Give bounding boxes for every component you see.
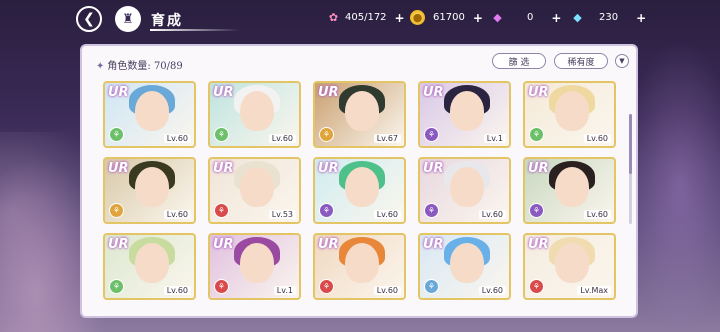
panel-header: ✦ 角色数量: 70/89 篩 选 稀有度 ▼ bbox=[82, 46, 636, 78]
level-label: Lv.53 bbox=[268, 210, 296, 219]
rarity-badge: UR bbox=[423, 161, 444, 176]
element-icon: ⚘ bbox=[319, 279, 334, 294]
level-label: Lv.60 bbox=[268, 134, 296, 143]
resource-candy: ✿ 405/172 + bbox=[326, 10, 405, 25]
blue-gem-value: 230 bbox=[599, 12, 619, 23]
rarity-badge: UR bbox=[528, 85, 549, 100]
rarity-badge: UR bbox=[108, 237, 129, 252]
rarity-badge: UR bbox=[213, 237, 234, 252]
character-card[interactable]: UR ⚘ Lv.1 bbox=[418, 81, 511, 148]
candy-value: 405/172 bbox=[345, 12, 387, 23]
rarity-badge: UR bbox=[528, 161, 549, 176]
pink-gem-value: 0 bbox=[527, 12, 534, 23]
element-icon: ⚘ bbox=[424, 127, 439, 142]
level-label: Lv.60 bbox=[583, 134, 611, 143]
coin-value: 61700 bbox=[433, 12, 465, 23]
character-card[interactable]: UR ⚘ Lv.60 bbox=[313, 233, 406, 300]
pink-gem-icon: ◆ bbox=[493, 11, 502, 24]
page-title: 育成 bbox=[151, 13, 183, 29]
coin-icon: ● bbox=[410, 10, 425, 25]
level-label: Lv.60 bbox=[373, 210, 401, 219]
character-card[interactable]: UR ⚘ Lv.60 bbox=[523, 157, 616, 224]
element-icon: ⚘ bbox=[529, 203, 544, 218]
level-label: Lv.60 bbox=[163, 134, 191, 143]
rarity-badge: UR bbox=[213, 161, 234, 176]
rarity-badge: UR bbox=[318, 237, 339, 252]
character-card[interactable]: UR ⚘ Lv.1 bbox=[208, 233, 301, 300]
rarity-badge: UR bbox=[423, 237, 444, 252]
level-label: Lv.60 bbox=[583, 210, 611, 219]
element-icon: ⚘ bbox=[529, 127, 544, 142]
rarity-badge: UR bbox=[108, 161, 129, 176]
scrollbar-thumb[interactable] bbox=[629, 114, 632, 174]
level-label: Lv.60 bbox=[478, 210, 506, 219]
level-label: Lv.1 bbox=[483, 134, 506, 143]
resource-blue-gem: ◆ 230 + bbox=[570, 10, 646, 25]
resource-coin: ● 61700 + bbox=[410, 10, 483, 25]
level-label: Lv.60 bbox=[163, 210, 191, 219]
element-icon: ⚘ bbox=[529, 279, 544, 294]
character-card[interactable]: UR ⚘ Lv.Max bbox=[523, 233, 616, 300]
character-card[interactable]: UR ⚘ Lv.67 bbox=[313, 81, 406, 148]
character-count: ✦ 角色数量: 70/89 bbox=[96, 61, 183, 72]
character-card[interactable]: UR ⚘ Lv.60 bbox=[418, 157, 511, 224]
element-icon: ⚘ bbox=[109, 203, 124, 218]
element-icon: ⚘ bbox=[319, 203, 334, 218]
element-icon: ⚘ bbox=[109, 127, 124, 142]
character-card[interactable]: UR ⚘ Lv.60 bbox=[208, 81, 301, 148]
home-button[interactable]: ♜ bbox=[115, 6, 141, 32]
element-icon: ⚘ bbox=[424, 279, 439, 294]
rarity-badge: UR bbox=[318, 161, 339, 176]
rarity-badge: UR bbox=[213, 85, 234, 100]
character-grid: UR ⚘ Lv.60 UR ⚘ Lv.60 UR ⚘ Lv.67 UR ⚘ Lv.1 UR ⚘ Lv.60 U… bbox=[103, 81, 623, 300]
character-card[interactable]: UR ⚘ Lv.60 bbox=[103, 233, 196, 300]
character-card[interactable]: UR ⚘ Lv.60 bbox=[418, 233, 511, 300]
level-label: Lv.1 bbox=[273, 286, 296, 295]
element-icon: ⚘ bbox=[214, 127, 229, 142]
blue-gem-icon: ◆ bbox=[573, 11, 582, 24]
sort-order-button[interactable]: ▼ bbox=[615, 54, 629, 68]
top-bar: ❮ ♜ 育成 ✿ 405/172 + ● 61700 + ◆ 0 + ◆ 230… bbox=[0, 0, 720, 38]
rarity-badge: UR bbox=[528, 237, 549, 252]
rarity-badge: UR bbox=[423, 85, 444, 100]
chevron-down-icon: ▼ bbox=[619, 57, 625, 65]
character-card[interactable]: UR ⚘ Lv.53 bbox=[208, 157, 301, 224]
level-label: Lv.60 bbox=[373, 286, 401, 295]
add-candy-button[interactable]: + bbox=[395, 11, 405, 25]
rarity-badge: UR bbox=[108, 85, 129, 100]
title-underline bbox=[150, 29, 240, 31]
level-label: Lv.60 bbox=[478, 286, 506, 295]
element-icon: ⚘ bbox=[319, 127, 334, 142]
back-arrow-icon: ❮ bbox=[83, 11, 95, 27]
character-card[interactable]: UR ⚘ Lv.60 bbox=[313, 157, 406, 224]
element-icon: ⚘ bbox=[109, 279, 124, 294]
rarity-badge: UR bbox=[318, 85, 339, 100]
character-panel: ✦ 角色数量: 70/89 篩 选 稀有度 ▼ UR ⚘ Lv.60 UR ⚘ Lv.60 U… bbox=[80, 44, 638, 318]
level-label: Lv.Max bbox=[577, 286, 611, 295]
filter-button[interactable]: 篩 选 bbox=[492, 53, 546, 69]
element-icon: ⚘ bbox=[214, 203, 229, 218]
rarity-sort-button[interactable]: 稀有度 bbox=[554, 53, 608, 69]
back-button[interactable]: ❮ bbox=[76, 6, 102, 32]
add-blue-gem-button[interactable]: + bbox=[636, 11, 646, 25]
level-label: Lv.67 bbox=[373, 134, 401, 143]
element-icon: ⚘ bbox=[424, 203, 439, 218]
resource-pink-gem: ◆ 0 + bbox=[490, 10, 561, 25]
candy-icon: ✿ bbox=[328, 11, 339, 24]
add-coin-button[interactable]: + bbox=[473, 11, 483, 25]
character-card[interactable]: UR ⚘ Lv.60 bbox=[523, 81, 616, 148]
element-icon: ⚘ bbox=[214, 279, 229, 294]
character-card[interactable]: UR ⚘ Lv.60 bbox=[103, 157, 196, 224]
sparkle-icon: ✦ bbox=[96, 61, 105, 72]
level-label: Lv.60 bbox=[163, 286, 191, 295]
castle-icon: ♜ bbox=[122, 11, 134, 27]
character-card[interactable]: UR ⚘ Lv.60 bbox=[103, 81, 196, 148]
add-pink-gem-button[interactable]: + bbox=[551, 11, 561, 25]
